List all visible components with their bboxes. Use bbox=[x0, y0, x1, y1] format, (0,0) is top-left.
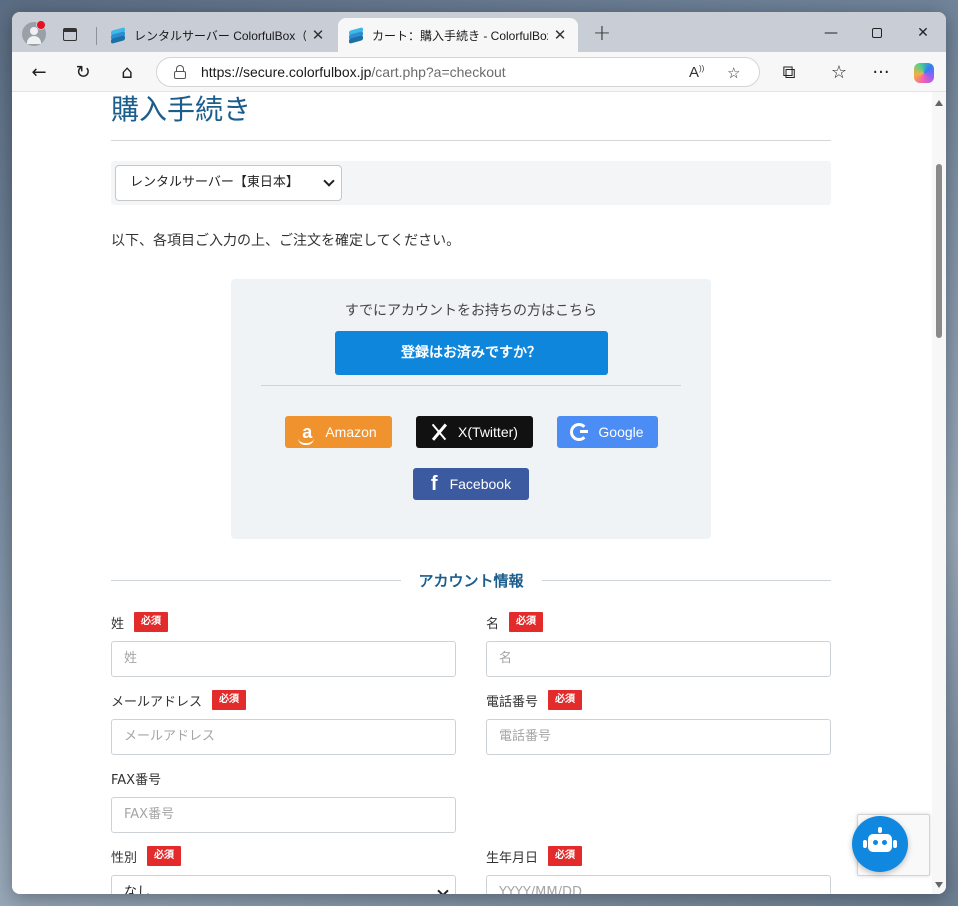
extensions-icon[interactable]: ⧉ bbox=[774, 58, 804, 86]
divider bbox=[111, 579, 401, 581]
birthday-field: 生年月日 必須 YYYY/MM/DD bbox=[486, 844, 831, 894]
x-logo-icon bbox=[430, 423, 448, 441]
lock-icon[interactable] bbox=[173, 65, 187, 79]
reload-icon[interactable]: ↻ bbox=[68, 58, 98, 86]
google-icon bbox=[570, 423, 589, 441]
scrollbar-thumb[interactable] bbox=[936, 164, 942, 338]
product-select-bar: レンタルサーバー【東日本】 bbox=[111, 161, 831, 205]
url-host: https://secure.colorfulbox.jp bbox=[201, 64, 372, 80]
birthday-input[interactable]: YYYY/MM/DD bbox=[486, 875, 831, 894]
new-tab-icon[interactable]: + bbox=[588, 20, 616, 48]
browser-window: レンタルサーバー ColorfulBox（カラフル ✕ カート：購入手続き - … bbox=[12, 12, 946, 894]
favorites-icon[interactable]: ☆ bbox=[824, 58, 854, 86]
section-title: アカウント情報 bbox=[418, 571, 524, 590]
required-badge: 必須 bbox=[134, 612, 169, 632]
address-bar[interactable]: https://secure.colorfulbox.jp/cart.php?a… bbox=[156, 57, 760, 87]
tab-actions-icon[interactable] bbox=[58, 22, 82, 46]
browser-toolbar: ← ↻ ⌂ https://secure.colorfulbox.jp/cart… bbox=[12, 52, 946, 92]
scroll-down-icon[interactable] bbox=[935, 882, 943, 888]
required-badge: 必須 bbox=[548, 690, 583, 710]
tab-cart-checkout[interactable]: カート：購入手続き - ColorfulBox ✕ bbox=[338, 18, 578, 52]
robot-icon bbox=[868, 834, 892, 852]
amazon-icon: a bbox=[298, 422, 315, 445]
product-select-value: レンタルサーバー【東日本】 bbox=[130, 175, 299, 190]
page-title: 購入手続き bbox=[111, 92, 831, 141]
tab-title: レンタルサーバー ColorfulBox（カラフル bbox=[134, 28, 306, 43]
field-label: 性別 bbox=[111, 850, 138, 866]
gender-select-value: なし bbox=[124, 885, 151, 894]
facebook-icon: f bbox=[430, 472, 438, 495]
chevron-down-icon bbox=[323, 175, 335, 187]
login-lead-text: すでにアカウントをお持ちの方はこちら bbox=[344, 303, 598, 319]
social-login-row: f Facebook bbox=[231, 468, 711, 500]
x-twitter-login-button[interactable]: X(Twitter) bbox=[415, 416, 533, 448]
phone-field: 電話番号 必須 電話番号 bbox=[486, 688, 831, 755]
read-aloud-icon[interactable]: A)) bbox=[689, 64, 704, 81]
divider bbox=[261, 385, 681, 386]
robot-antenna bbox=[878, 827, 882, 833]
existing-account-login-box: すでにアカウントをお持ちの方はこちら 登録はお済みですか？ a Amazon X… bbox=[231, 279, 711, 539]
last-name-field: 姓必須 姓 bbox=[111, 610, 456, 677]
robot-ear bbox=[863, 840, 867, 848]
checkout-content: 購入手続き レンタルサーバー【東日本】 以下、各項目ご入力の上、ご注文を確定して… bbox=[111, 92, 832, 894]
field-label: 電話番号 bbox=[486, 694, 539, 710]
copilot-icon[interactable] bbox=[914, 63, 934, 83]
chatbot-button[interactable] bbox=[852, 816, 908, 872]
required-badge: 必須 bbox=[147, 846, 182, 866]
tab-title: カート：購入手続き - ColorfulBox bbox=[372, 28, 548, 43]
tab-strip: レンタルサーバー ColorfulBox（カラフル ✕ カート：購入手続き - … bbox=[12, 12, 946, 52]
chevron-down-icon bbox=[437, 885, 449, 894]
intro-text: 以下、各項目ご入力の上、ご注文を確定してください。 bbox=[111, 233, 461, 249]
facebook-login-button[interactable]: f Facebook bbox=[413, 468, 529, 500]
page-viewport: 購入手続き レンタルサーバー【東日本】 以下、各項目ご入力の上、ご注文を確定して… bbox=[12, 92, 932, 894]
window-close-icon[interactable]: ✕ bbox=[900, 20, 946, 46]
email-input[interactable]: メールアドレス bbox=[111, 719, 456, 755]
field-label: メールアドレス bbox=[111, 694, 203, 710]
google-login-button[interactable]: Google bbox=[556, 416, 658, 448]
gender-select[interactable]: なし bbox=[111, 875, 456, 894]
colorfulbox-favicon-icon bbox=[110, 27, 126, 44]
login-button[interactable]: 登録はお済みですか？ bbox=[334, 331, 608, 375]
tab-colorfulbox-home[interactable]: レンタルサーバー ColorfulBox（カラフル ✕ bbox=[100, 18, 336, 52]
page-scrollbar[interactable] bbox=[932, 92, 946, 894]
scroll-up-icon[interactable] bbox=[935, 100, 943, 106]
required-badge: 必須 bbox=[509, 612, 544, 632]
required-badge: 必須 bbox=[548, 846, 583, 866]
google-label: Google bbox=[598, 424, 644, 440]
favorite-star-icon[interactable]: ☆ bbox=[727, 64, 740, 82]
product-select[interactable]: レンタルサーバー【東日本】 bbox=[115, 165, 342, 201]
url-path: /cart.php?a=checkout bbox=[371, 64, 506, 80]
fax-field: FAX番号 FAX番号 bbox=[111, 766, 456, 833]
back-icon[interactable]: ← bbox=[24, 58, 54, 86]
required-badge: 必須 bbox=[212, 690, 247, 710]
gender-field: 性別 必須 なし bbox=[111, 844, 456, 894]
x-twitter-label: X(Twitter) bbox=[458, 424, 518, 440]
first-name-field: 名必須 名 bbox=[486, 610, 831, 677]
divider bbox=[541, 579, 832, 581]
minimize-icon[interactable]: — bbox=[808, 20, 854, 46]
amazon-label: Amazon bbox=[325, 424, 377, 440]
tab-close-icon[interactable]: ✕ bbox=[552, 26, 568, 44]
phone-input[interactable]: 電話番号 bbox=[486, 719, 831, 755]
profile-avatar-icon[interactable] bbox=[22, 20, 46, 46]
amazon-login-button[interactable]: a Amazon bbox=[284, 416, 392, 448]
field-label: 生年月日 bbox=[486, 850, 539, 866]
home-icon[interactable]: ⌂ bbox=[112, 58, 142, 86]
first-name-input[interactable]: 名 bbox=[486, 641, 831, 677]
facebook-label: Facebook bbox=[449, 476, 512, 492]
account-info-section-heading: アカウント情報 bbox=[111, 568, 832, 592]
last-name-input[interactable]: 姓 bbox=[111, 641, 456, 677]
maximize-icon[interactable] bbox=[854, 20, 900, 46]
robot-ear bbox=[893, 840, 897, 848]
tab-close-icon[interactable]: ✕ bbox=[310, 26, 326, 44]
social-login-row: a Amazon X(Twitter) Google bbox=[231, 416, 711, 448]
field-label: 名 bbox=[486, 616, 500, 632]
more-menu-icon[interactable]: ··· bbox=[866, 58, 896, 86]
tab-divider bbox=[96, 27, 97, 45]
email-field: メールアドレス 必須 メールアドレス bbox=[111, 688, 456, 755]
field-label: FAX番号 bbox=[111, 772, 162, 788]
fax-input[interactable]: FAX番号 bbox=[111, 797, 456, 833]
colorfulbox-favicon-icon bbox=[348, 27, 364, 44]
field-label: 姓 bbox=[111, 616, 125, 632]
